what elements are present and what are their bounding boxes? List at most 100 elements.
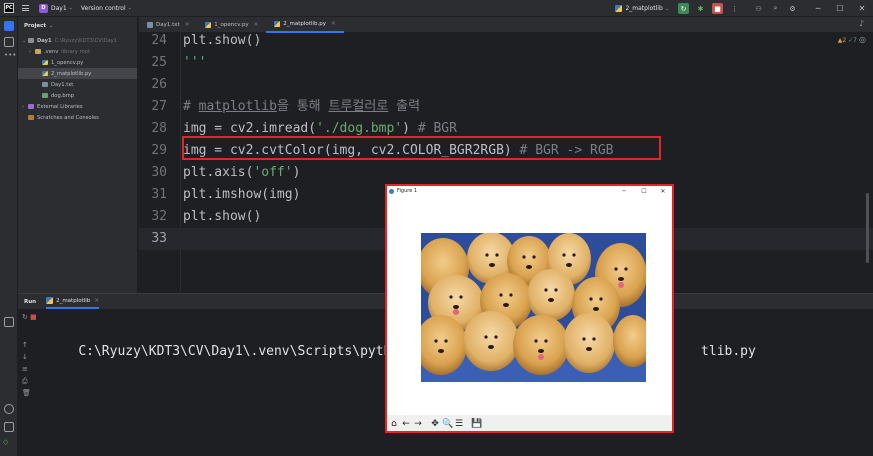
code-line[interactable]: 30 plt.axis('off') bbox=[139, 162, 873, 184]
terminal-icon[interactable] bbox=[4, 422, 14, 432]
code-line[interactable]: 24 plt.show() bbox=[139, 33, 873, 52]
rerun-icon[interactable]: ↻ bbox=[22, 313, 28, 321]
tree-item[interactable]: ⌄ Day1 C:\Ryuzy\KDT3\CV\Day1 bbox=[18, 35, 137, 46]
tree-item[interactable]: 1_opencv.py bbox=[18, 57, 137, 68]
close-icon[interactable]: ✕ bbox=[94, 298, 99, 304]
matplotlib-figure-window[interactable]: Figure 1 ─ ☐ ✕ ⌂ ← → ✥ 🔍 ☰ 💾 bbox=[386, 185, 673, 432]
more-tools-icon[interactable]: ••• bbox=[4, 51, 16, 59]
tree-item-label: .venv bbox=[44, 48, 59, 55]
figure-maximize-button[interactable]: ☐ bbox=[634, 185, 654, 197]
py-icon bbox=[42, 60, 48, 65]
close-icon[interactable]: ✕ bbox=[185, 22, 190, 28]
soft-wrap-icon[interactable]: ≡ bbox=[22, 365, 28, 373]
figure-close-button[interactable]: ✕ bbox=[653, 185, 673, 197]
project-badge[interactable]: D bbox=[39, 3, 48, 13]
gear-icon[interactable]: ⚙ bbox=[787, 3, 798, 14]
code-line[interactable]: 25 ''' bbox=[139, 52, 873, 74]
git-status-icon[interactable]: ◇ bbox=[3, 438, 8, 446]
zoom-icon[interactable]: 🔍 bbox=[442, 419, 453, 429]
editor-tab[interactable]: 1_opencv.py ✕ bbox=[197, 17, 266, 33]
code-text: plt.axis('off') bbox=[183, 165, 301, 180]
line-number: 31 bbox=[151, 187, 167, 202]
tree-item[interactable]: dog.bmp bbox=[18, 90, 137, 101]
configure-subplots-icon[interactable]: ☰ bbox=[454, 419, 464, 429]
rerun-button[interactable]: ↻ bbox=[678, 3, 689, 14]
back-arrow-icon[interactable]: ← bbox=[401, 419, 411, 429]
chevron-down-icon[interactable]: ⌄ bbox=[128, 5, 132, 11]
debug-button[interactable]: ✱ bbox=[695, 3, 706, 14]
add-user-icon[interactable]: ⚇ bbox=[753, 3, 764, 14]
console-text-left: C:\Ryuzy\KDT3\CV\Day1\.venv\Scripts\pyth… bbox=[78, 344, 408, 359]
code-line[interactable]: 26 bbox=[139, 74, 873, 96]
line-number: 24 bbox=[151, 33, 167, 48]
maximize-window-icon[interactable]: ☐ bbox=[829, 4, 851, 13]
tree-item-label: Scratches and Consoles bbox=[37, 114, 99, 121]
line-number: 27 bbox=[151, 99, 167, 114]
editor-tab[interactable]: Day1.txt ✕ bbox=[139, 17, 197, 33]
tab-label: 2_matplotlib.py bbox=[283, 21, 326, 27]
python-file-icon bbox=[46, 297, 54, 304]
python-packages-icon[interactable] bbox=[4, 317, 14, 327]
tree-item-note: C:\Ryuzy\KDT3\CV\Day1 bbox=[54, 37, 118, 44]
editor-tab[interactable]: 2_matplotlib.py ✕ bbox=[266, 17, 344, 33]
folder-icon bbox=[28, 38, 34, 43]
code-text: ''' bbox=[183, 55, 207, 70]
tree-item-label: 1_opencv.py bbox=[51, 59, 84, 66]
py-icon bbox=[42, 71, 48, 76]
python-file-icon bbox=[274, 21, 281, 27]
tree-item[interactable]: Scratches and Consoles bbox=[18, 112, 137, 123]
trash-icon[interactable]: 🗑 bbox=[22, 389, 31, 397]
close-window-icon[interactable]: ✕ bbox=[851, 4, 873, 13]
save-icon[interactable]: 💾 bbox=[471, 419, 482, 429]
stop-button[interactable]: ■ bbox=[712, 3, 723, 14]
venvf-icon bbox=[35, 49, 41, 54]
chevron-down-icon[interactable]: ⌄ bbox=[69, 5, 73, 11]
pan-icon[interactable]: ✥ bbox=[430, 419, 440, 429]
pycharm-logo-icon: PC bbox=[4, 3, 14, 13]
run-toolbar: ↻ ■ ↑ ↓ ≡ ⎙ 🗑 bbox=[18, 309, 37, 456]
main-menu-icon[interactable] bbox=[22, 5, 29, 11]
figure-minimize-button[interactable]: ─ bbox=[614, 185, 634, 197]
line-number: 32 bbox=[151, 209, 167, 224]
search-icon[interactable]: ⌕ bbox=[770, 3, 781, 14]
tree-item[interactable]: Day1.txt bbox=[18, 79, 137, 90]
close-icon[interactable]: ✕ bbox=[254, 22, 259, 28]
project-panel: Project ⌄ ⌄ Day1 C:\Ryuzy\KDT3\CV\Day1 › .ve… bbox=[18, 17, 138, 293]
line-number: 25 bbox=[151, 55, 167, 70]
home-icon[interactable]: ⌂ bbox=[389, 419, 399, 429]
notifications-icon[interactable]: ♪ bbox=[859, 19, 868, 28]
stop-icon[interactable]: ■ bbox=[30, 313, 37, 321]
line-number: 28 bbox=[151, 121, 167, 136]
close-icon[interactable]: ✕ bbox=[331, 21, 336, 27]
tree-item-label: Day1.txt bbox=[51, 81, 74, 88]
more-actions-icon[interactable]: ⋮ bbox=[729, 3, 740, 14]
run-tab[interactable]: 2_matplotlib ✕ bbox=[46, 294, 99, 309]
text-file-icon bbox=[147, 22, 153, 28]
structure-tool-icon[interactable] bbox=[4, 37, 14, 47]
figure-app-icon bbox=[389, 188, 394, 194]
minimize-window-icon[interactable]: ─ bbox=[807, 4, 829, 13]
project-panel-header[interactable]: Project ⌄ bbox=[18, 17, 137, 35]
project-name[interactable]: Day1 bbox=[51, 5, 67, 12]
forward-arrow-icon[interactable]: → bbox=[413, 419, 423, 429]
python-file-icon bbox=[615, 5, 623, 12]
line-number: 29 bbox=[151, 143, 167, 158]
tree-item[interactable]: › .venv library root bbox=[18, 46, 137, 57]
code-text: plt.imshow(img) bbox=[183, 187, 301, 202]
chevron-down-icon[interactable]: ⌄ bbox=[49, 23, 53, 29]
scroll-down-icon[interactable]: ↓ bbox=[22, 353, 28, 361]
print-icon[interactable]: ⎙ bbox=[22, 377, 28, 386]
tree-item[interactable]: 2_matplotlib.py bbox=[18, 68, 137, 79]
run-config-selector[interactable]: 2_matplotlib ⌄ bbox=[615, 5, 669, 12]
vcs-widget[interactable]: Version control bbox=[81, 5, 126, 12]
project-tool-icon[interactable] bbox=[4, 21, 14, 31]
highlight-box bbox=[182, 136, 661, 160]
scroll-up-icon[interactable]: ↑ bbox=[22, 341, 28, 349]
ai-assistant-icon[interactable]: ◎ bbox=[859, 35, 868, 44]
run-tab-label: 2_matplotlib bbox=[56, 297, 91, 304]
tree-item-label: External Libraries bbox=[37, 103, 83, 110]
code-line[interactable]: 27 # matplotlib을 통해 트루컬러로 출력 bbox=[139, 96, 873, 118]
tree-item[interactable]: › External Libraries bbox=[18, 101, 137, 112]
services-icon[interactable] bbox=[4, 404, 14, 414]
puppies-image bbox=[421, 233, 646, 382]
